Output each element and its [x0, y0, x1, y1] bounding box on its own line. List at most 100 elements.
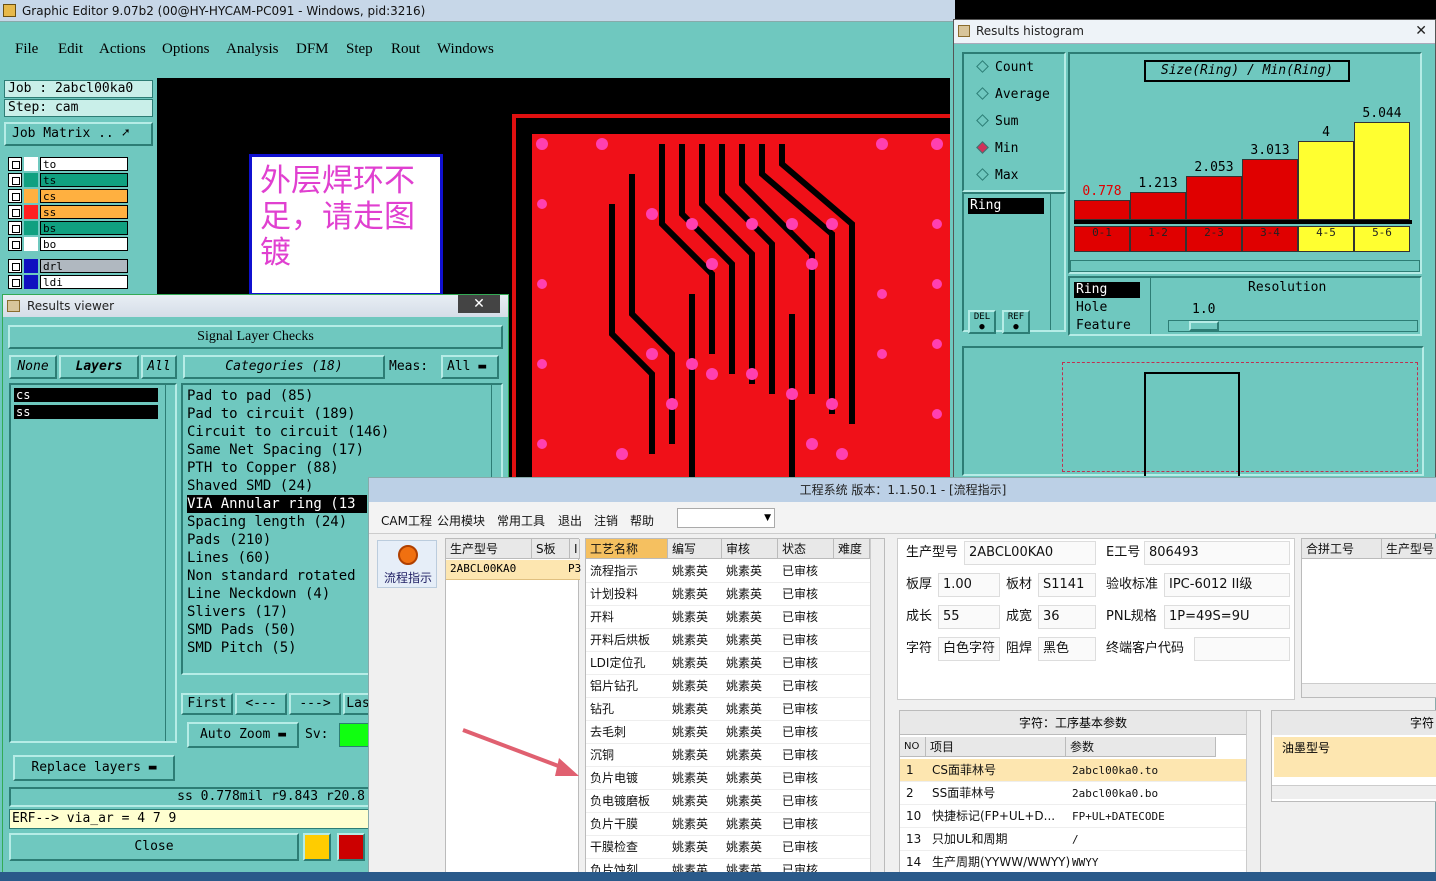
prev-button[interactable]: <--- [235, 693, 287, 715]
slider-thumb[interactable] [1189, 321, 1219, 331]
char-field[interactable]: 白色字符 [938, 637, 1000, 661]
close-icon[interactable]: ✕ [458, 295, 500, 313]
histogram-bar[interactable] [1130, 192, 1186, 220]
standard-field[interactable]: IPC-6012 II级 [1164, 573, 1290, 597]
material-field[interactable]: S1141 [1038, 573, 1096, 597]
hole-item[interactable]: Hole [1076, 300, 1107, 315]
menu-windows[interactable]: Windows [437, 41, 494, 58]
check-category-item[interactable]: Circuit to circuit (146) [187, 423, 389, 441]
checkbox[interactable] [8, 205, 22, 219]
job-matrix-button[interactable]: Job Matrix .. ➚ [4, 122, 153, 146]
list-item[interactable]: Ring [968, 198, 1044, 214]
layer-row[interactable]: drl [8, 259, 128, 273]
layer-row[interactable]: bs [8, 221, 128, 235]
check-category-item[interactable]: Slivers (17) [187, 603, 288, 621]
table-row[interactable]: 干膜检查 姚素英 姚素英 已审核 [586, 836, 870, 859]
menu-dfm[interactable]: DFM [296, 41, 329, 58]
param-header[interactable]: 参数 [1066, 737, 1216, 757]
layer-row[interactable]: to [8, 157, 128, 171]
check-category-item[interactable]: Spacing length (24) [187, 513, 347, 531]
histogram-bar[interactable] [1354, 122, 1410, 220]
table-row[interactable]: 2ABCL00KA0 P3 [446, 560, 581, 580]
histogram-range-label[interactable]: 4-5 [1298, 226, 1354, 252]
menu-rout[interactable]: Rout [391, 41, 420, 58]
check-category-item[interactable]: Same Net Spacing (17) [187, 441, 364, 459]
ink-grid-scrollbar[interactable] [1272, 785, 1436, 799]
checkbox[interactable] [8, 275, 22, 289]
layer-row[interactable]: ts [8, 173, 128, 187]
check-category-item[interactable]: Line Neckdown (4) [187, 585, 330, 603]
table-row[interactable]: 负片干膜 姚素英 姚素英 已审核 [586, 813, 870, 836]
thickness-field[interactable]: 1.00 [938, 573, 1000, 597]
layer-list-scrollbar[interactable] [165, 385, 175, 741]
meas-dropdown[interactable]: All ▬ [441, 355, 499, 379]
check-category-item[interactable]: PTH to Copper (88) [187, 459, 339, 477]
process-name-header[interactable]: 工艺名称 [586, 539, 668, 559]
ink-row[interactable]: 油墨型号 [1274, 737, 1436, 777]
tb-common-module[interactable]: 公用模块 [437, 512, 485, 529]
model-header[interactable]: 生产型号 [446, 539, 532, 559]
i-header[interactable]: I [570, 539, 580, 559]
histogram-range-label[interactable]: 3-4 [1242, 226, 1298, 252]
field-list-scrollbar[interactable] [1050, 194, 1064, 330]
check-category-item[interactable]: Lines (60) [187, 549, 271, 567]
menu-options[interactable]: Options [162, 41, 210, 58]
table-row[interactable]: 沉铜 姚素英 姚素英 已审核 [586, 744, 870, 767]
feature-item[interactable]: Feature [1076, 318, 1131, 333]
merge-grid-scrollbar[interactable] [1302, 683, 1436, 697]
model-field[interactable]: 2ABCL00KA0 [964, 541, 1096, 565]
checkbox[interactable] [8, 189, 22, 203]
tb-logout[interactable]: 注销 [594, 512, 618, 529]
histogram-bar[interactable] [1186, 176, 1242, 220]
menu-step[interactable]: Step [346, 41, 373, 58]
histogram-range-label[interactable]: 0-1 [1074, 226, 1130, 252]
resolution-slider[interactable] [1168, 320, 1418, 332]
tb-exit[interactable]: 退出 [558, 512, 582, 529]
check-category-item[interactable]: Pad to circuit (189) [187, 405, 356, 423]
histogram-range-label[interactable]: 5-6 [1354, 226, 1410, 252]
del-button[interactable]: DEL ● [968, 310, 996, 334]
table-row[interactable]: 钻孔 姚素英 姚素英 已审核 [586, 698, 870, 721]
check-category-item[interactable]: Shaved SMD (24) [187, 477, 313, 495]
difficulty-header[interactable]: 难度 [834, 539, 870, 559]
mode-radio-average[interactable]: Average [976, 87, 1050, 102]
e-field[interactable]: 806493 [1144, 541, 1290, 565]
process-grid[interactable]: 工艺名称 编写 审核 状态 难度 流程指示 姚素英 姚素英 已审核 计划投料 姚素英 姚素英… [585, 538, 885, 878]
layer-results-list[interactable]: cs ss [9, 383, 177, 743]
layers-button[interactable]: Layers [59, 355, 139, 379]
table-row[interactable]: 13 只加UL和周期 / [900, 828, 1246, 851]
menu-actions[interactable]: Actions [99, 41, 146, 58]
mode-radio-min[interactable]: Min [976, 141, 1018, 156]
ring-list-scrollbar[interactable] [1150, 278, 1164, 334]
check-category-item[interactable]: Pads (210) [187, 531, 271, 549]
checkbox[interactable] [8, 173, 22, 187]
list-item[interactable]: cs [14, 388, 158, 402]
no-header[interactable]: NO [900, 737, 926, 757]
checkbox[interactable] [8, 259, 22, 273]
record-icon[interactable] [337, 833, 365, 861]
check-category-item[interactable]: SMD Pitch (5) [187, 639, 297, 657]
ink-grid[interactable]: 字符 油墨型号 [1271, 710, 1436, 802]
histogram-range-label[interactable]: 1-2 [1130, 226, 1186, 252]
flow-button[interactable]: 流程指示 [377, 540, 437, 588]
width-field[interactable]: 36 [1038, 605, 1096, 629]
pnl-field[interactable]: 1P=49S=9U [1164, 605, 1290, 629]
stop-icon[interactable] [303, 833, 331, 861]
histogram-bar[interactable] [1298, 141, 1354, 220]
tb-cam[interactable]: CAM工程 [381, 512, 432, 529]
histogram-bar[interactable] [1242, 159, 1298, 220]
process-grid-scrollbar[interactable] [870, 539, 884, 877]
histogram-scrollbar[interactable] [1070, 260, 1420, 272]
table-row[interactable]: 开料后烘板 姚素英 姚素英 已审核 [586, 629, 870, 652]
length-field[interactable]: 55 [938, 605, 1000, 629]
replace-layers-button[interactable]: Replace layers ▬ [13, 755, 175, 781]
table-row[interactable]: LDI定位孔 姚素英 姚素英 已审核 [586, 652, 870, 675]
menu-edit[interactable]: Edit [58, 41, 83, 58]
histogram-range-label[interactable]: 2-3 [1186, 226, 1242, 252]
check-category-item[interactable]: Pad to pad (85) [187, 387, 313, 405]
all-button[interactable]: All [141, 355, 177, 379]
mode-radio-count[interactable]: Count [976, 60, 1034, 75]
sv-indicator[interactable] [339, 723, 369, 747]
merge-header[interactable]: 合拼工号 [1302, 539, 1382, 559]
item-header[interactable]: 项目 [926, 737, 1066, 757]
